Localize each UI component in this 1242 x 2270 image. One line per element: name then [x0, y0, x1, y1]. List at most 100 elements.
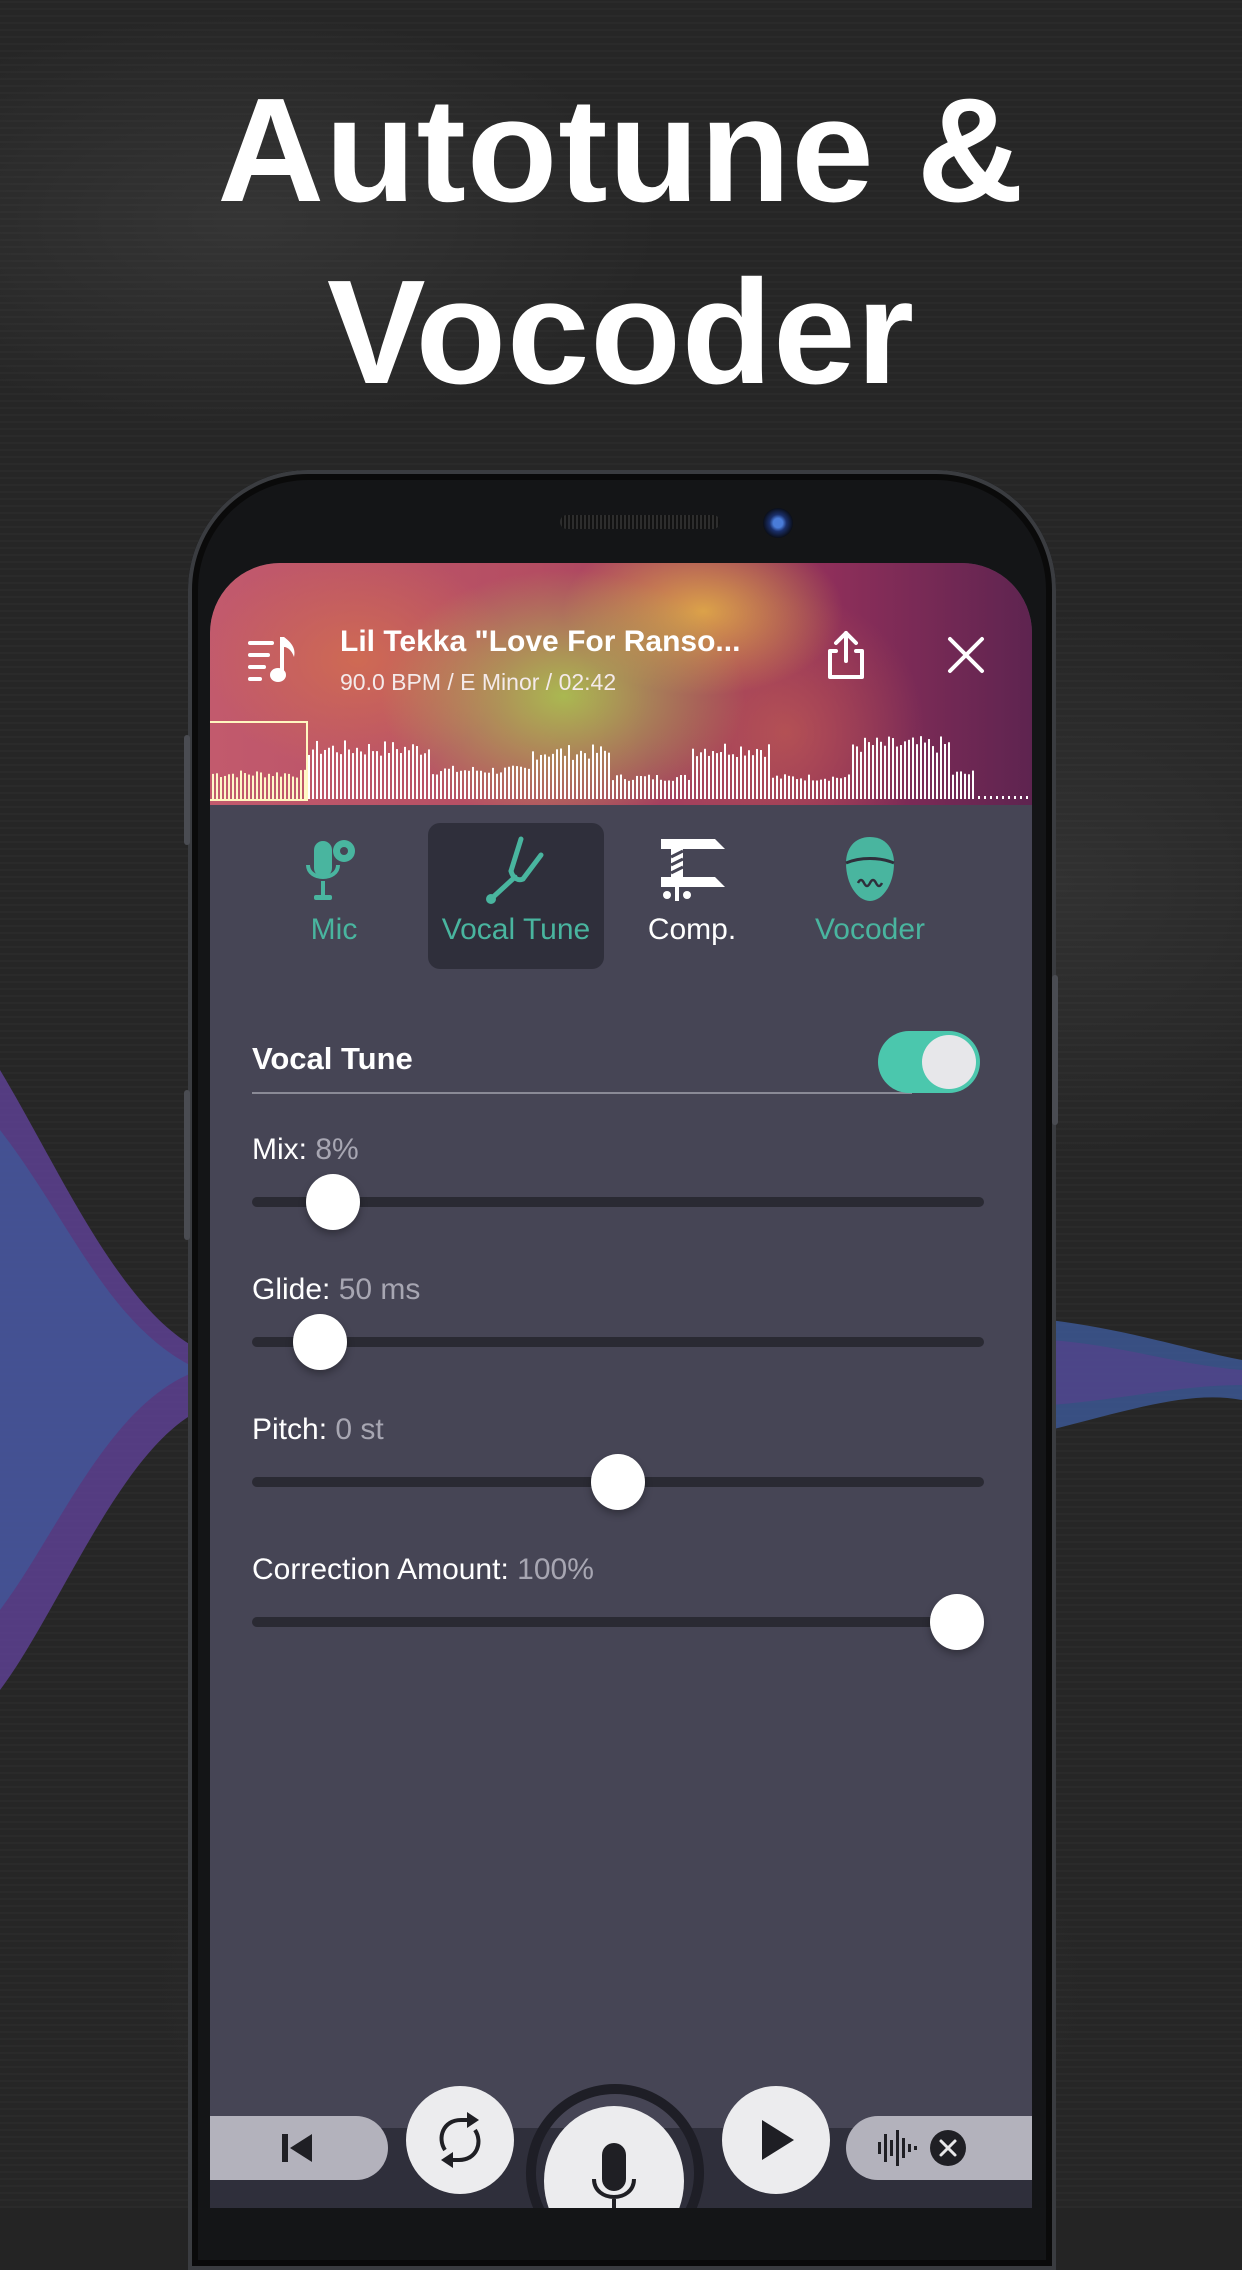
waveform-bar: [696, 756, 698, 799]
waveform-bar: [672, 780, 674, 799]
vocal-tune-toggle[interactable]: [878, 1031, 980, 1093]
waveform-bar: [644, 776, 646, 799]
waveform-bar: [568, 745, 570, 799]
waveform-bar: [628, 780, 630, 799]
waveform-bar: [372, 751, 374, 799]
waveform-bar: [648, 774, 650, 799]
waveform-bar: [396, 749, 398, 799]
waveform-bar: [328, 747, 330, 799]
waveform-bar: [556, 749, 558, 799]
glide-label-text: Glide:: [252, 1273, 331, 1306]
waveform-bar: [448, 768, 450, 799]
waveform-bar: [544, 754, 546, 799]
waveform-bar: [720, 752, 722, 799]
correction-amount-slider[interactable]: [252, 1594, 984, 1650]
clear-recording-button[interactable]: [846, 2116, 1032, 2180]
waveform-bar: [452, 765, 454, 799]
headline-line-2: Vocoder: [326, 250, 916, 415]
waveform-bar: [348, 749, 350, 799]
waveform-bar: [892, 738, 894, 799]
waveform-bar: [724, 743, 726, 799]
waveform-bar: [812, 780, 814, 799]
decorative-wave-left: [0, 1070, 200, 1690]
tab-comp-label: Comp.: [647, 913, 737, 946]
waveform-bar: [776, 775, 778, 799]
waveform-bar: [800, 778, 802, 799]
section-divider: [252, 1092, 912, 1094]
headline: Autotune & Vocoder: [0, 60, 1242, 424]
tab-mic[interactable]: Mic: [246, 823, 422, 969]
waveform-bar: [308, 754, 310, 799]
mix-slider-thumb[interactable]: [306, 1174, 361, 1230]
waveform-bar: [840, 778, 842, 799]
waveform-bar: [340, 754, 342, 799]
waveform-bar: [660, 779, 662, 799]
waveform-dot: [996, 796, 998, 799]
tab-vocal-tune[interactable]: Vocal Tune: [428, 823, 604, 969]
waveform-bar: [904, 741, 906, 799]
waveform-bar: [344, 740, 346, 799]
waveform-bar: [764, 756, 766, 799]
waveform-bar: [432, 774, 434, 799]
waveform-bar: [476, 770, 478, 799]
waveform-bar: [684, 774, 686, 799]
playlist-music-icon[interactable]: [246, 635, 302, 690]
waveform-bar: [952, 774, 954, 799]
skip-back-button[interactable]: [210, 2116, 388, 2180]
song-waveform[interactable]: [210, 719, 1032, 799]
waveform-bar: [744, 755, 746, 799]
waveform-dot: [1020, 796, 1022, 799]
waveform-bar: [680, 775, 682, 799]
tab-comp[interactable]: Comp.: [604, 823, 780, 969]
waveform-bar: [692, 748, 694, 799]
waveform-bar: [912, 737, 914, 799]
waveform-dot: [978, 796, 980, 799]
waveform-bar: [716, 753, 718, 799]
waveform-dot: [1014, 796, 1016, 799]
waveform-bar: [380, 755, 382, 799]
waveform-bar: [600, 746, 602, 799]
waveform-bar: [404, 746, 406, 799]
waveform-selection[interactable]: [210, 721, 308, 801]
close-icon[interactable]: [946, 635, 986, 680]
pitch-slider[interactable]: [252, 1454, 984, 1510]
tuning-fork-icon: [481, 835, 551, 905]
waveform-bar: [560, 748, 562, 799]
glide-slider[interactable]: [252, 1314, 984, 1370]
waveform-bar: [376, 751, 378, 799]
tab-vocoder[interactable]: Vocoder: [782, 823, 958, 969]
waveform-bar: [472, 766, 474, 799]
phone-side-button-left-2: [184, 1090, 190, 1240]
waveform-bar: [596, 752, 598, 799]
waveform-bar: [668, 780, 670, 799]
loop-button[interactable]: [406, 2086, 514, 2194]
microphone-icon: [592, 2143, 636, 2208]
waveform-bar: [828, 780, 830, 799]
waveform-bar: [512, 765, 514, 799]
waveform-bar: [360, 751, 362, 799]
waveform-bar: [636, 775, 638, 799]
share-icon[interactable]: [824, 629, 868, 686]
waveform-bar: [972, 770, 974, 799]
pitch-slider-thumb[interactable]: [591, 1454, 645, 1510]
waveform-bar: [552, 753, 554, 799]
waveform-bar: [760, 750, 762, 799]
glide-slider-thumb[interactable]: [292, 1314, 347, 1370]
correction-amount-slider-thumb[interactable]: [930, 1594, 984, 1650]
waveform-bar: [940, 736, 942, 799]
song-meta: 90.0 BPM / E Minor / 02:42: [340, 669, 617, 695]
waveform-bar: [944, 744, 946, 799]
play-button[interactable]: [722, 2086, 830, 2194]
waveform-bar: [864, 737, 866, 799]
headline-line-1: Autotune &: [217, 68, 1025, 233]
waveform-bar: [780, 778, 782, 799]
toggle-knob: [922, 1035, 976, 1089]
robot-head-icon: [840, 835, 900, 905]
waveform-bar: [484, 772, 486, 799]
waveform-bar: [936, 752, 938, 799]
waveform-bar: [408, 750, 410, 799]
mix-slider[interactable]: [252, 1174, 984, 1230]
pitch-label: Pitch: 0 st: [252, 1413, 384, 1447]
correction-amount-label: Correction Amount: 100%: [252, 1553, 594, 1587]
waveform-bar: [384, 741, 386, 799]
